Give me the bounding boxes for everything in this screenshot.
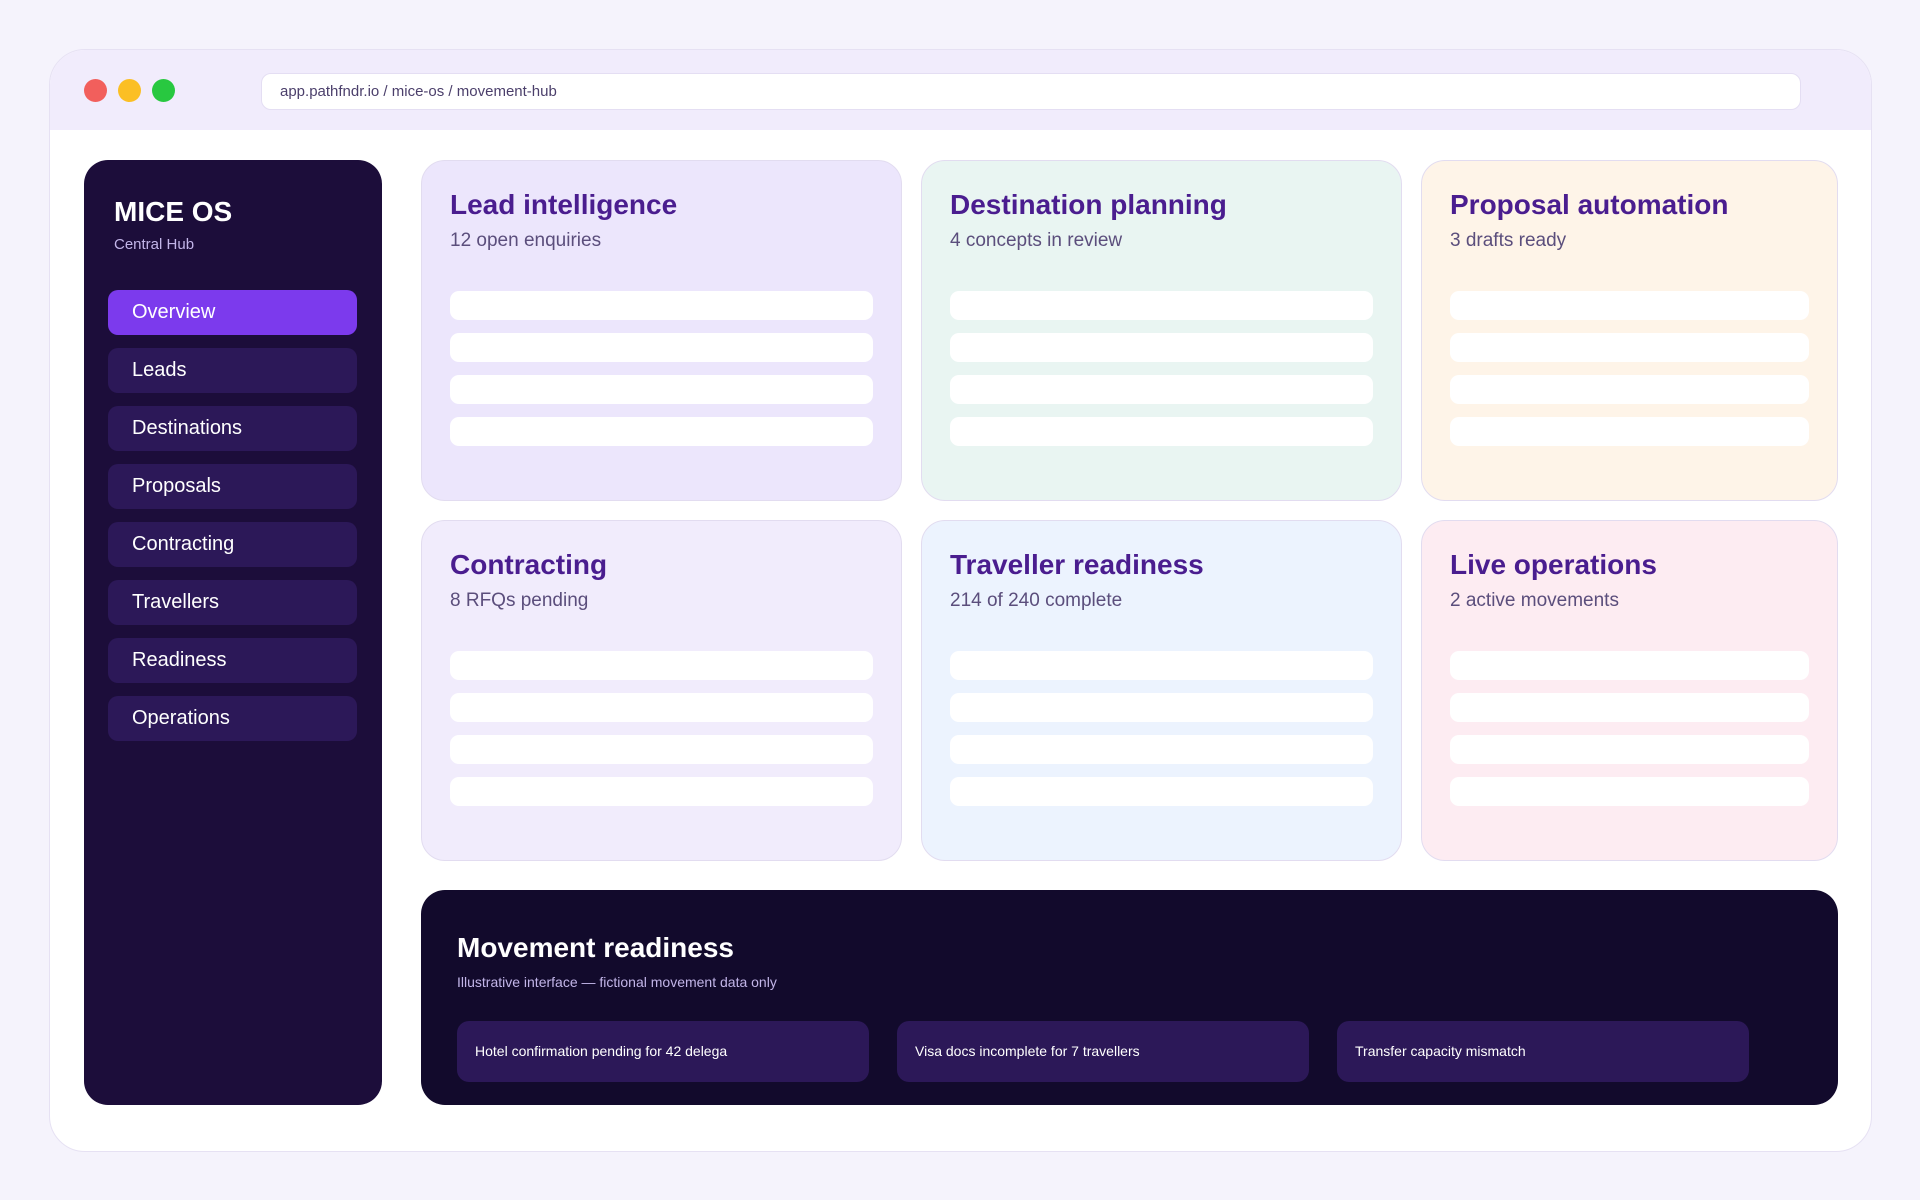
sidebar-item-readiness[interactable]: Readiness	[108, 638, 357, 683]
app-subtitle: Central Hub	[114, 236, 195, 253]
module-grid: Lead intelligence 12 open enquiries Dest…	[421, 160, 1838, 861]
sidebar-item-destinations[interactable]: Destinations	[108, 406, 357, 451]
app-window: app.pathfndr.io / mice-os / movement-hub…	[49, 49, 1872, 1152]
placeholder-list	[950, 651, 1373, 819]
card-title: Contracting	[450, 549, 608, 580]
alert-transfer-capacity[interactable]: Transfer capacity mismatch	[1337, 1021, 1749, 1082]
card-title: Live operations	[1450, 549, 1657, 580]
card-subtitle: 12 open enquiries	[450, 230, 602, 251]
placeholder-row	[950, 375, 1373, 404]
placeholder-row	[450, 291, 873, 320]
panel-note: Illustrative interface — fictional movem…	[457, 974, 777, 990]
sidebar: MICE OS Central Hub Overview Leads Desti…	[84, 160, 382, 1105]
card-title: Lead intelligence	[450, 189, 678, 220]
placeholder-row	[1450, 651, 1809, 680]
app-title: MICE OS	[114, 196, 233, 227]
card-title: Traveller readiness	[950, 549, 1204, 580]
placeholder-row	[450, 693, 873, 722]
card-subtitle: 3 drafts ready	[1450, 230, 1567, 251]
traveller-readiness-card[interactable]: Traveller readiness 214 of 240 complete	[921, 520, 1402, 861]
placeholder-row	[950, 777, 1373, 806]
placeholder-row	[1450, 291, 1809, 320]
title-bar: app.pathfndr.io / mice-os / movement-hub	[50, 50, 1871, 130]
placeholder-row	[1450, 333, 1809, 362]
placeholder-row	[1450, 693, 1809, 722]
close-window-button[interactable]	[84, 79, 107, 102]
destination-planning-card[interactable]: Destination planning 4 concepts in revie…	[921, 160, 1402, 501]
placeholder-row	[950, 651, 1373, 680]
card-subtitle: 214 of 240 complete	[950, 590, 1123, 611]
placeholder-row	[950, 333, 1373, 362]
card-title: Destination planning	[950, 189, 1227, 220]
sidebar-item-contracting[interactable]: Contracting	[108, 522, 357, 567]
placeholder-row	[450, 375, 873, 404]
minimize-window-button[interactable]	[118, 79, 141, 102]
sidebar-item-operations[interactable]: Operations	[108, 696, 357, 741]
address-bar[interactable]: app.pathfndr.io / mice-os / movement-hub	[261, 73, 1801, 110]
placeholder-row	[450, 417, 873, 446]
placeholder-list	[1450, 291, 1809, 459]
placeholder-row	[950, 693, 1373, 722]
placeholder-row	[1450, 417, 1809, 446]
card-subtitle: 4 concepts in review	[950, 230, 1123, 251]
placeholder-row	[450, 777, 873, 806]
lead-intelligence-card[interactable]: Lead intelligence 12 open enquiries	[421, 160, 902, 501]
contracting-card[interactable]: Contracting 8 RFQs pending	[421, 520, 902, 861]
sidebar-nav: Overview Leads Destinations Proposals Co…	[108, 290, 357, 754]
sidebar-item-leads[interactable]: Leads	[108, 348, 357, 393]
placeholder-row	[1450, 735, 1809, 764]
placeholder-row	[950, 417, 1373, 446]
alert-hotel-confirmation[interactable]: Hotel confirmation pending for 42 delega	[457, 1021, 869, 1082]
panel-title: Movement readiness	[457, 932, 734, 963]
card-subtitle: 8 RFQs pending	[450, 590, 589, 611]
placeholder-row	[950, 291, 1373, 320]
maximize-window-button[interactable]	[152, 79, 175, 102]
placeholder-row	[450, 735, 873, 764]
live-operations-card[interactable]: Live operations 2 active movements	[1421, 520, 1838, 861]
placeholder-row	[450, 333, 873, 362]
placeholder-row	[950, 735, 1373, 764]
placeholder-list	[450, 651, 873, 819]
sidebar-item-overview[interactable]: Overview	[108, 290, 357, 335]
proposal-automation-card[interactable]: Proposal automation 3 drafts ready	[1421, 160, 1838, 501]
placeholder-list	[1450, 651, 1809, 819]
placeholder-row	[1450, 375, 1809, 404]
movement-readiness-panel: Movement readiness Illustrative interfac…	[421, 890, 1838, 1105]
card-title: Proposal automation	[1450, 189, 1729, 220]
sidebar-item-proposals[interactable]: Proposals	[108, 464, 357, 509]
sidebar-item-travellers[interactable]: Travellers	[108, 580, 357, 625]
alert-visa-docs[interactable]: Visa docs incomplete for 7 travellers	[897, 1021, 1309, 1082]
placeholder-row	[1450, 777, 1809, 806]
placeholder-row	[450, 651, 873, 680]
card-subtitle: 2 active movements	[1450, 590, 1619, 611]
placeholder-list	[950, 291, 1373, 459]
placeholder-list	[450, 291, 873, 459]
